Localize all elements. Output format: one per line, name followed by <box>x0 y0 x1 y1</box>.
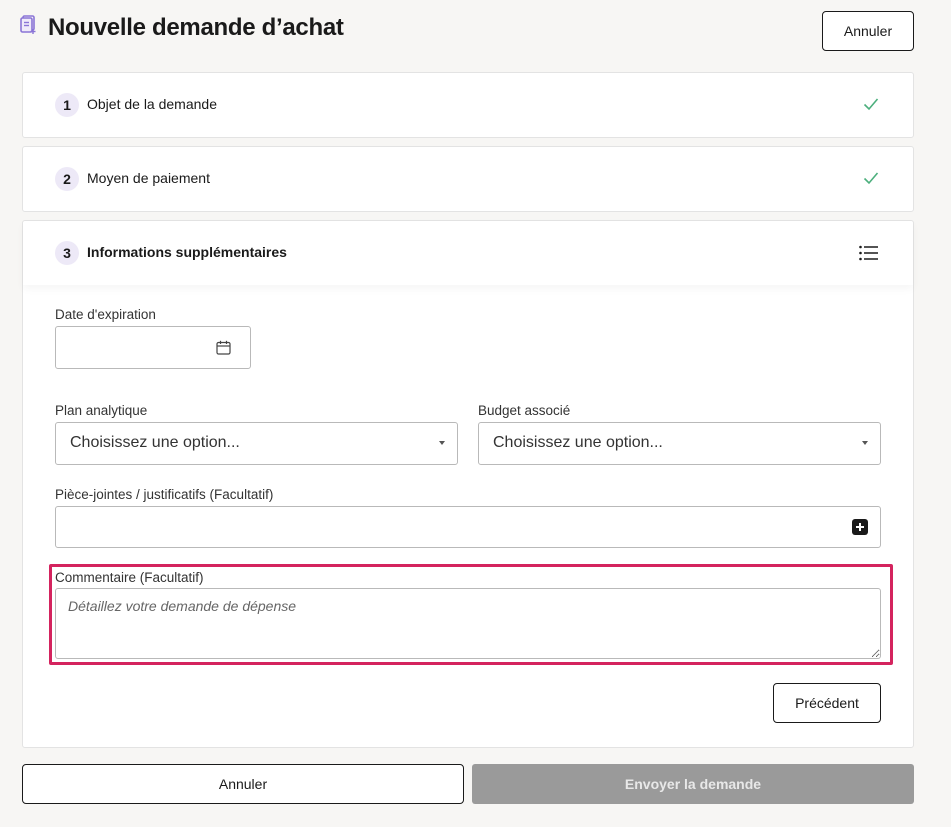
analytic-plan-label: Plan analytique <box>55 403 148 418</box>
step-header[interactable]: 2 Moyen de paiement <box>23 147 913 211</box>
step-label: Moyen de paiement <box>87 170 210 186</box>
attachments-input[interactable] <box>55 506 881 548</box>
purchase-request-icon <box>20 15 36 34</box>
cancel-button-top[interactable]: Annuler <box>822 11 914 51</box>
list-icon <box>859 245 878 261</box>
step-informations: 3 Informations supplémentaires Date d'ex… <box>22 220 914 748</box>
step-objet[interactable]: 1 Objet de la demande <box>22 72 914 138</box>
expiration-date-input[interactable] <box>55 326 251 369</box>
step-label: Objet de la demande <box>87 96 217 112</box>
expiration-date-label: Date d'expiration <box>55 307 156 322</box>
step-header[interactable]: 3 Informations supplémentaires <box>23 221 913 285</box>
step-header[interactable]: 1 Objet de la demande <box>23 73 913 137</box>
step-paiement[interactable]: 2 Moyen de paiement <box>22 146 914 212</box>
step-number: 1 <box>55 93 79 117</box>
caret-down-icon <box>862 441 868 445</box>
calendar-icon[interactable] <box>216 340 231 355</box>
step-number: 2 <box>55 167 79 191</box>
check-icon <box>863 172 879 185</box>
analytic-plan-value: Choisissez une option... <box>70 434 240 451</box>
submit-request-button[interactable]: Envoyer la demande <box>472 764 914 804</box>
comment-label: Commentaire (Facultatif) <box>55 570 204 585</box>
caret-down-icon <box>439 441 445 445</box>
previous-button[interactable]: Précédent <box>773 683 881 723</box>
add-attachment-icon[interactable] <box>852 519 868 535</box>
step-number: 3 <box>55 241 79 265</box>
budget-label: Budget associé <box>478 403 571 418</box>
page-title: Nouvelle demande d’achat <box>48 14 344 41</box>
check-icon <box>863 98 879 111</box>
attachments-label: Pièce-jointes / justificatifs (Facultati… <box>55 487 274 502</box>
budget-value: Choisissez une option... <box>493 434 663 451</box>
step-label: Informations supplémentaires <box>87 244 287 260</box>
page-header: Nouvelle demande d’achat Annuler <box>0 0 951 60</box>
comment-textarea[interactable] <box>55 588 881 659</box>
budget-select[interactable]: Choisissez une option... <box>478 422 881 465</box>
analytic-plan-select[interactable]: Choisissez une option... <box>55 422 458 465</box>
cancel-button-bottom[interactable]: Annuler <box>22 764 464 804</box>
